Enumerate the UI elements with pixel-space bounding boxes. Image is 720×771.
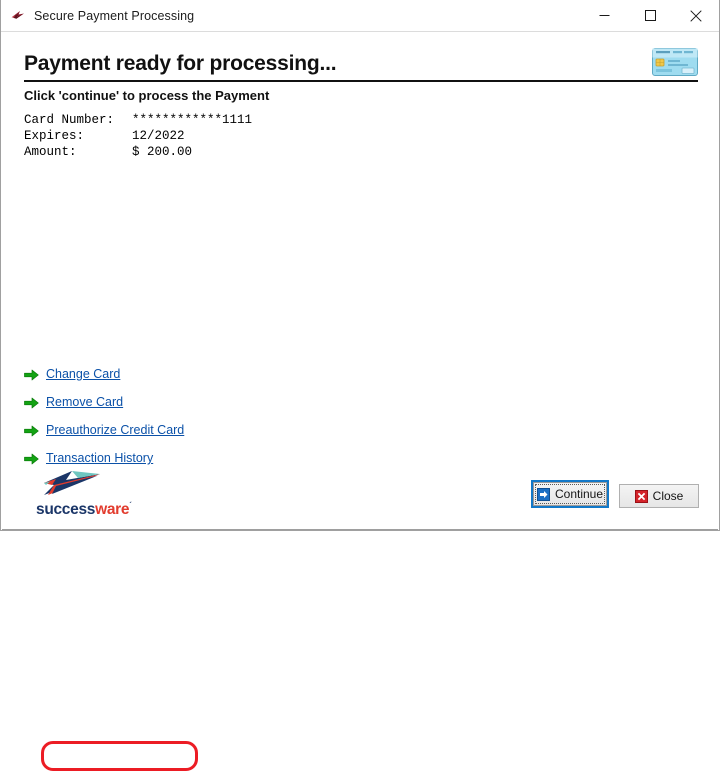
- green-arrow-icon: [24, 396, 39, 409]
- link-change-card[interactable]: Change Card: [46, 367, 120, 381]
- page-title: Payment ready for processing...: [24, 52, 337, 75]
- title-bar: Secure Payment Processing: [1, 0, 719, 32]
- table-row: Card Number: ************1111: [24, 113, 252, 129]
- successware-arrow-logo: [44, 471, 100, 495]
- green-arrow-icon: [24, 452, 39, 465]
- logo-text-primary: success: [36, 501, 96, 519]
- logo-text-secondary: ware: [95, 501, 130, 519]
- link-preauthorize-credit-card[interactable]: Preauthorize Credit Card: [46, 423, 184, 437]
- continue-button-focus-ring: Continue: [531, 480, 609, 508]
- close-button-label: Close: [652, 489, 684, 503]
- link-row-transaction-history[interactable]: Transaction History: [24, 444, 274, 472]
- amount-label: Amount:: [24, 145, 77, 159]
- annotation-highlight-box: [41, 741, 198, 771]
- link-remove-card[interactable]: Remove Card: [46, 395, 123, 409]
- content-area: Payment ready for processing... Click 'c…: [2, 32, 718, 771]
- expires-value: 12/2022: [132, 129, 185, 143]
- logo-trademark: ´: [129, 501, 132, 510]
- link-transaction-history[interactable]: Transaction History: [46, 451, 153, 465]
- payment-details-table: Card Number: ************1111 Expires: 1…: [24, 113, 252, 161]
- card-number-label: Card Number:: [24, 113, 115, 127]
- successware-logo: successware´: [36, 470, 138, 518]
- expires-label: Expires:: [24, 129, 85, 143]
- footer-divider: [2, 529, 718, 530]
- successware-arrow-icon: [10, 8, 26, 24]
- link-row-change-card[interactable]: Change Card: [24, 360, 274, 388]
- close-icon[interactable]: [673, 0, 719, 31]
- link-row-preauthorize-credit-card[interactable]: Preauthorize Credit Card: [24, 416, 274, 444]
- green-arrow-icon: [24, 424, 39, 437]
- table-row: Amount: $ 200.00: [24, 145, 252, 161]
- card-number-value: ************1111: [132, 113, 253, 127]
- red-x-icon: [634, 489, 648, 503]
- continue-button[interactable]: Continue: [533, 482, 607, 506]
- application-window: Secure Payment Processing Payment ready …: [0, 0, 720, 771]
- table-row: Expires: 12/2022: [24, 129, 252, 145]
- window-title: Secure Payment Processing: [34, 8, 195, 23]
- continue-button-label: Continue: [554, 487, 604, 501]
- link-row-remove-card[interactable]: Remove Card: [24, 388, 274, 416]
- logo-wordmark: successware´: [36, 497, 138, 518]
- blue-arrow-icon: [536, 487, 550, 501]
- page-subtitle: Click 'continue' to process the Payment: [24, 88, 270, 103]
- window-controls: [581, 0, 719, 31]
- credit-card-icon: [652, 48, 698, 76]
- amount-value: $ 200.00: [132, 145, 193, 159]
- action-links: Change Card Remove Card Preauthorize Cre…: [24, 360, 274, 771]
- heading-divider: [24, 80, 698, 82]
- minimize-icon[interactable]: [581, 0, 627, 31]
- dialog-buttons: Continue Close: [531, 480, 699, 508]
- close-button[interactable]: Close: [619, 484, 699, 508]
- maximize-icon[interactable]: [627, 0, 673, 31]
- green-arrow-icon: [24, 368, 39, 381]
